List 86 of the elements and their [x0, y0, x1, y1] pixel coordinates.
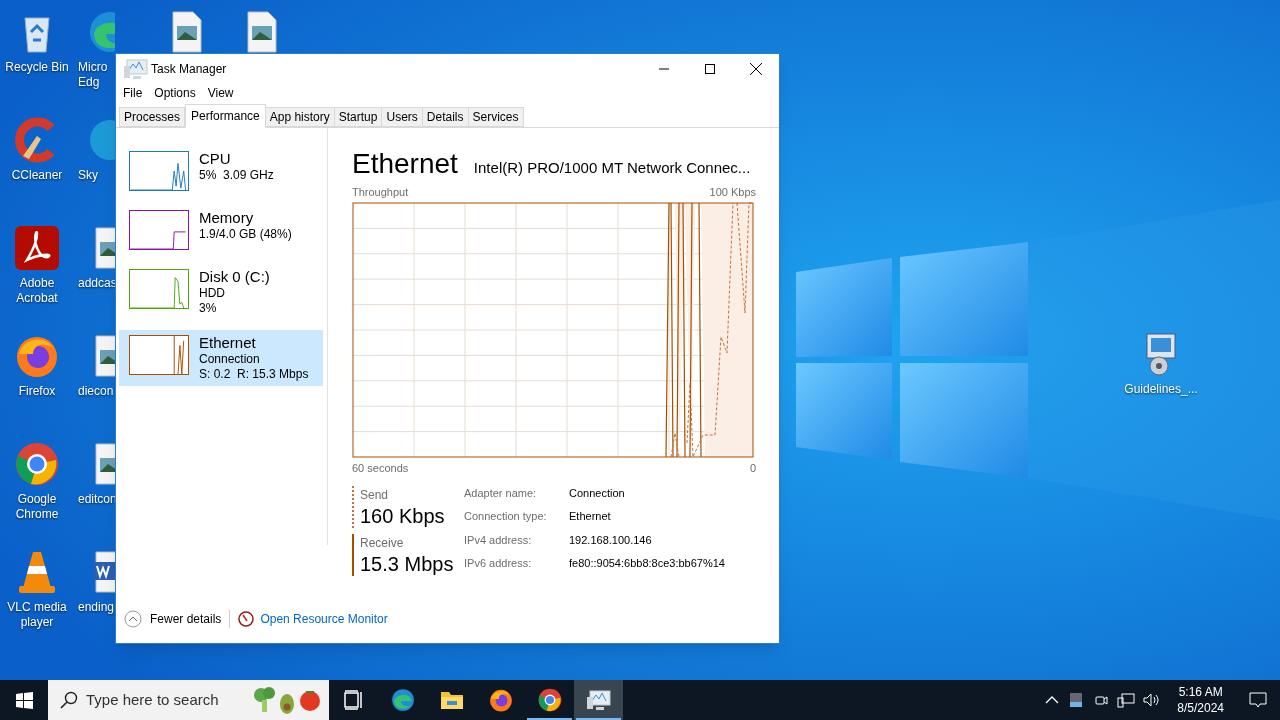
property-value: Ethernet	[569, 509, 612, 525]
property-label: IPv4 address:	[464, 532, 533, 548]
network-icon[interactable]	[1117, 692, 1136, 708]
menu-item[interactable]: View	[201, 84, 240, 102]
property-label: IPv6 address:	[464, 555, 533, 571]
resource-name: Memory	[199, 209, 255, 227]
property-label: Adapter name:	[464, 486, 538, 501]
tab[interactable]: Startup	[334, 107, 383, 127]
tab[interactable]: Performance	[185, 104, 266, 128]
tab[interactable]: App history	[265, 107, 335, 127]
desktop-icon-label[interactable]: Firefox	[18, 384, 56, 399]
window-title: Task Manager	[151, 60, 227, 78]
property-value: Connection	[569, 486, 626, 501]
resource-item[interactable]: Memory 1.9/4.0 GB (48%)	[119, 205, 323, 254]
open-resource-monitor-link[interactable]: Open Resource Monitor	[238, 610, 388, 628]
resource-stat: S: 0.2 R: 15.3 Mbps	[199, 367, 309, 382]
clock-date: 8/5/2024	[1177, 700, 1224, 716]
search-input[interactable]: Type here to search	[86, 688, 246, 712]
desktop-icon-label[interactable]: VLC media	[7, 600, 67, 615]
menu-item[interactable]: Options	[148, 84, 202, 102]
resource-stat: Connection	[199, 352, 261, 367]
property-value: 192.168.100.146	[569, 532, 653, 548]
chevron-up-icon	[124, 610, 142, 628]
send-value: 160 Kbps	[360, 504, 446, 528]
detail-title: Ethernet	[352, 148, 458, 180]
gauge-icon	[238, 611, 255, 627]
resource-item[interactable]: CPU 5% 3.09 GHz	[119, 146, 323, 195]
resource-name: CPU	[199, 150, 232, 168]
notification-icon	[1249, 692, 1267, 708]
resource-item[interactable]: Disk 0 (C:) HDD 3%	[119, 264, 323, 320]
chrome-icon	[13, 440, 61, 488]
tab[interactable]: Users	[382, 107, 423, 127]
resource-name: Ethernet	[199, 334, 257, 352]
property-value: fe80::9054:6bb8:8ce3:bb67%14	[569, 555, 725, 571]
receive-value: 15.3 Mbps	[360, 552, 455, 576]
desktop-icon-label[interactable]: Recycle Bin	[5, 60, 69, 75]
resource-name: Disk 0 (C:)	[199, 268, 270, 286]
search-icon	[60, 691, 78, 709]
desktop-icon-label[interactable]: CCleaner	[11, 168, 63, 183]
receive-label: Receive	[360, 535, 405, 552]
graph-max-label: 100 Kbps	[709, 185, 756, 200]
adapter-name: Intel(R) PRO/1000 MT Network Connec...	[473, 158, 751, 178]
graph-min-label: 0	[749, 460, 756, 476]
menu-item[interactable]: File	[117, 84, 149, 102]
taskbar-app-button[interactable]	[574, 680, 623, 720]
search-field[interactable]: Type here to search	[48, 680, 329, 720]
clock-time: 5:16 AM	[1178, 684, 1223, 700]
desktop-icon-label[interactable]: Guidelines_...	[1124, 382, 1198, 397]
device-icon[interactable]	[1069, 692, 1084, 708]
desktop-icon-label[interactable]: Adobe	[19, 276, 55, 291]
resource-stat: 1.9/4.0 GB (48%)	[199, 227, 292, 242]
graph-label: Throughput	[352, 185, 409, 200]
desktop-icon-label[interactable]: Sky	[78, 168, 98, 183]
send-label: Send	[360, 487, 390, 504]
desktop-icon-label[interactable]: addcas	[78, 276, 117, 291]
clock[interactable]: 5:16 AM 8/5/2024	[1171, 684, 1230, 716]
resource-item[interactable]: Ethernet Connection S: 0.2 R: 15.3 Mbps	[119, 330, 323, 386]
resource-stat: HDD	[199, 286, 226, 301]
resource-stat: 3%	[199, 301, 218, 316]
desktop-icon-label[interactable]: Chrome	[15, 507, 59, 522]
desktop-icon-label[interactable]: Acrobat	[16, 291, 58, 306]
acrobat-icon	[13, 224, 61, 272]
resource-stat: 5% 3.09 GHz	[199, 168, 274, 183]
desktop-icon-label[interactable]: Edg	[78, 75, 100, 90]
task-view-icon	[342, 689, 365, 711]
desktop-icon-label[interactable]: Google	[17, 492, 57, 507]
desktop-icon-label[interactable]: player	[20, 615, 54, 630]
property-label: Connection type:	[464, 509, 548, 525]
vegetables-drawing	[251, 684, 323, 716]
tab[interactable]: Details	[422, 107, 469, 127]
fewer-details-button[interactable]: Fewer details	[124, 610, 222, 628]
tab[interactable]: Services	[468, 107, 524, 127]
close-icon	[750, 62, 762, 75]
chevron-up-icon[interactable]	[1045, 695, 1060, 705]
task-manager-icon	[585, 687, 612, 713]
desktop-icon-label[interactable]: Micro	[78, 60, 108, 75]
maximize-icon	[705, 63, 715, 74]
windows-logo-icon	[15, 691, 33, 709]
desktop-icon-label[interactable]: diecon	[78, 384, 114, 399]
volume-icon[interactable]	[1143, 692, 1162, 708]
tab[interactable]: Processes	[119, 107, 186, 127]
edge-icon	[389, 687, 416, 713]
chrome-icon	[536, 687, 563, 713]
desktop-icon-label[interactable]: ending	[78, 600, 115, 615]
firefox-icon	[487, 687, 514, 713]
graph-span-label: 60 seconds	[352, 460, 409, 476]
